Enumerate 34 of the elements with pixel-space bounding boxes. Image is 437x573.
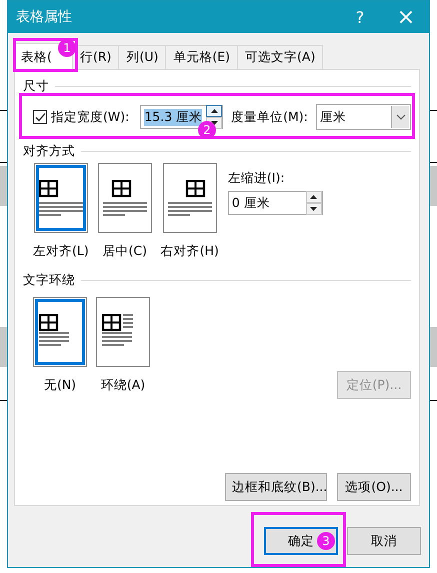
alignment-option[interactable] (34, 163, 88, 233)
cancel-button[interactable]: 取消 (347, 527, 421, 555)
table-layout-icon (168, 180, 212, 216)
section-heading: 对齐方式 (23, 142, 75, 160)
wrapping-option[interactable] (96, 297, 150, 367)
table-layout-icon (102, 314, 132, 346)
dialog-button[interactable]: 边框和底纹(B)... (225, 473, 327, 501)
alignment-option[interactable] (98, 163, 152, 233)
section-heading: 文字环绕 (23, 272, 75, 288)
width-label: 指定宽度(W): (51, 108, 130, 126)
table-layout-icon (39, 314, 69, 346)
option-label: 无(N) (44, 377, 76, 394)
chevron-down-icon[interactable] (391, 106, 409, 128)
indent-spin-field[interactable]: 0 厘米 (228, 191, 323, 215)
option-label: 环绕(A) (100, 377, 146, 394)
indent-label: 左缩进(I): (228, 170, 286, 187)
option-label: 居中(C) (102, 243, 147, 260)
unit-label: 度量单位(M): (231, 108, 308, 126)
unit-dropdown[interactable]: 厘米 (316, 104, 411, 130)
table-layout-icon (38, 180, 83, 216)
section-heading: 尺寸 (23, 78, 49, 94)
spin-up-icon[interactable] (306, 191, 322, 203)
alignment-option[interactable] (162, 163, 217, 233)
checkbox[interactable] (33, 110, 47, 124)
window-title: 表格属性 (15, 8, 73, 26)
option-label: 右对齐(H) (160, 243, 219, 260)
dialog-button[interactable]: 选项(O)... (337, 473, 411, 501)
spin-down-icon[interactable] (306, 203, 322, 215)
option-label: 左对齐(L) (33, 243, 89, 260)
tab[interactable]: 可选文字(A) (237, 45, 324, 69)
highlight-frame (13, 38, 78, 72)
wrapping-option[interactable] (33, 297, 87, 367)
table-layout-icon (102, 180, 147, 216)
spin-up-icon[interactable] (206, 105, 222, 117)
